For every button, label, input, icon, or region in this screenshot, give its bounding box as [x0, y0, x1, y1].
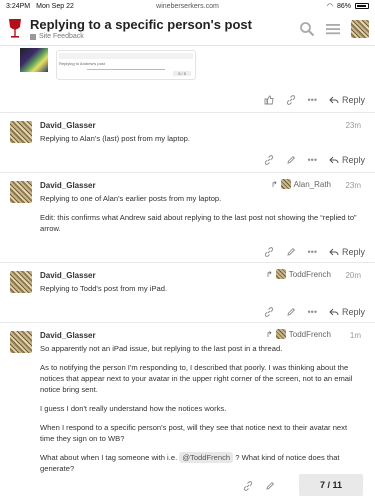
post-time[interactable]: 23m	[345, 121, 361, 130]
edit-pencil-icon[interactable]	[286, 247, 296, 257]
embedded-counter: 5 / 5	[173, 71, 191, 76]
edit-pencil-icon[interactable]	[265, 481, 275, 491]
embedded-caption: Replying to Andrew's post	[59, 61, 105, 66]
link-icon[interactable]	[243, 481, 253, 491]
user-avatar[interactable]	[351, 19, 369, 38]
post-actions	[243, 481, 275, 491]
reply-arrow-icon	[329, 248, 339, 256]
post-item: David_Glasser ↱ Alan_Rath 23m Replying t…	[0, 172, 375, 262]
post-avatar[interactable]	[10, 331, 32, 353]
post-actions: ••• Reply	[264, 155, 365, 165]
embedded-screenshot[interactable]: Replying to Andrew's post 5 / 5	[20, 46, 200, 82]
post-avatar[interactable]	[10, 271, 32, 293]
reply-arrow-icon	[329, 156, 339, 164]
reply-to-avatar	[280, 179, 291, 189]
reply-to-avatar	[275, 269, 286, 279]
topic-header: Replying to a specific person's post Sit…	[0, 12, 375, 46]
more-options-icon[interactable]: •••	[308, 247, 317, 257]
post-paragraph: When I respond to a specific person's po…	[40, 423, 348, 443]
post-paragraph: Replying to Todd's post from my iPad.	[40, 284, 168, 293]
more-options-icon[interactable]: •••	[308, 307, 317, 317]
post-item: David_Glasser ↱ ToddFrench 20m Replying …	[0, 262, 375, 322]
post-avatar[interactable]	[10, 181, 32, 203]
reply-to-indicator[interactable]: ↱ ToddFrench	[266, 329, 331, 339]
edit-pencil-icon[interactable]	[286, 155, 296, 165]
reply-to-indicator[interactable]: ↱ ToddFrench	[266, 269, 331, 279]
reply-button[interactable]: Reply	[329, 247, 365, 257]
reply-button[interactable]: Reply	[329, 307, 365, 317]
reply-to-avatar	[275, 329, 286, 339]
reply-arrow-icon	[329, 96, 339, 104]
post-time[interactable]: 23m	[345, 181, 361, 190]
post-body: So apparently not an iPad issue, but rep…	[40, 343, 363, 482]
post-body: Replying to Alan's (last) post from my l…	[40, 133, 363, 152]
category-breadcrumb[interactable]: Site Feedback	[30, 33, 299, 40]
edit-pencil-icon[interactable]	[286, 307, 296, 317]
post-paragraph: As to notifying the person I'm respondin…	[40, 363, 353, 394]
post-paragraph: Replying to Alan's (last) post from my l…	[40, 134, 191, 143]
topic-progress-indicator[interactable]: 7 / 11	[299, 474, 363, 496]
wine-glass-logo-icon[interactable]	[6, 18, 24, 40]
replied-to-arrow-icon: ↱	[266, 329, 273, 339]
post-item: David_Glasser 23m Replying to Alan's (la…	[0, 112, 375, 172]
post-username[interactable]: David_Glasser	[40, 331, 96, 340]
post-paragraph: I guess I don't really understand how th…	[40, 404, 227, 413]
post-body: Replying to Todd's post from my iPad.	[40, 283, 363, 302]
post-actions: ••• Reply	[264, 247, 365, 257]
search-icon[interactable]	[299, 21, 315, 37]
post-username[interactable]: David_Glasser	[40, 121, 96, 130]
reply-to-indicator[interactable]: ↱ Alan_Rath	[271, 179, 331, 189]
post-actions-prev: ••• Reply	[264, 95, 365, 105]
category-badge-icon	[30, 33, 36, 40]
link-icon[interactable]	[264, 307, 274, 317]
post-time[interactable]: 20m	[345, 271, 361, 280]
url-bar[interactable]: wineberserkers.com	[0, 3, 375, 10]
post-actions: ••• Reply	[264, 307, 365, 317]
reply-arrow-icon	[329, 308, 339, 316]
link-icon[interactable]	[286, 95, 296, 105]
like-icon[interactable]	[264, 95, 274, 105]
post-username[interactable]: David_Glasser	[40, 181, 96, 190]
post-paragraph: Edit: this confirms what Andrew said abo…	[40, 213, 357, 233]
reply-button[interactable]: Reply	[329, 155, 365, 165]
post-paragraph: Replying to one of Alan's earlier posts …	[40, 194, 222, 203]
status-bar: 3:24PM Mon Sep 22 wineberserkers.com ◠ 8…	[0, 0, 375, 12]
link-icon[interactable]	[264, 155, 274, 165]
post-time[interactable]: 1m	[350, 331, 361, 340]
link-icon[interactable]	[264, 247, 274, 257]
post-paragraph: So apparently not an iPad issue, but rep…	[40, 344, 283, 353]
post-paragraph: What about when I tag someone with i.e. …	[40, 452, 340, 473]
hamburger-menu-icon[interactable]	[325, 21, 341, 37]
replied-to-arrow-icon: ↱	[266, 269, 273, 279]
post-body: Replying to one of Alan's earlier posts …	[40, 193, 363, 242]
category-label: Site Feedback	[39, 33, 84, 40]
replied-to-arrow-icon: ↱	[270, 179, 278, 189]
user-mention-link[interactable]: @ToddFrench	[179, 452, 234, 463]
more-options-icon[interactable]: •••	[308, 95, 317, 105]
embedded-image	[20, 48, 48, 72]
more-options-icon[interactable]: •••	[308, 155, 317, 165]
page-title[interactable]: Replying to a specific person's post	[30, 17, 299, 32]
battery-icon	[355, 3, 369, 9]
reply-button[interactable]: Reply	[329, 95, 365, 105]
post-username[interactable]: David_Glasser	[40, 271, 96, 280]
embedded-card: Replying to Andrew's post 5 / 5	[56, 50, 196, 80]
post-avatar[interactable]	[10, 121, 32, 143]
